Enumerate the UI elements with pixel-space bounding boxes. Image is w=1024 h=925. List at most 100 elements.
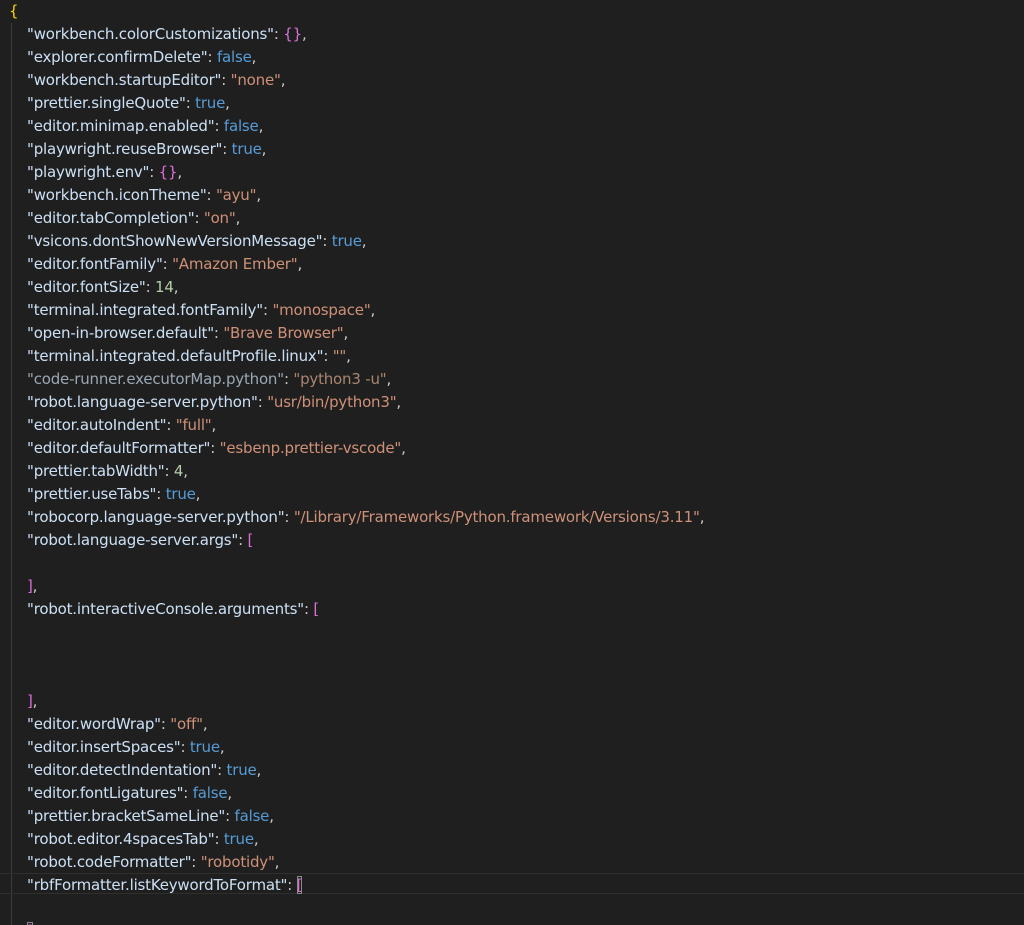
comma-punctuation: , (202, 715, 208, 733)
setting-key: "editor.fontSize" (27, 278, 146, 296)
comma-punctuation: , (297, 255, 303, 273)
comma-punctuation: , (258, 117, 264, 135)
setting-value: "on" (203, 209, 236, 227)
setting-key: "open-in-browser.default" (27, 324, 214, 342)
settings-line[interactable]: "terminal.integrated.fontFamily": "monos… (27, 299, 375, 322)
colon-punctuation: : (149, 163, 159, 181)
settings-line[interactable]: "robot.codeFormatter": "robotidy", (27, 851, 279, 874)
setting-key: "playwright.env" (27, 163, 150, 181)
settings-line[interactable]: ], (27, 575, 37, 598)
colon-punctuation: : (287, 876, 297, 894)
settings-line[interactable]: "editor.fontFamily": "Amazon Ember", (27, 253, 302, 276)
settings-line[interactable]: "vsicons.dontShowNewVersionMessage": tru… (27, 230, 367, 253)
setting-key: "robot.language-server.python" (27, 393, 258, 411)
settings-line[interactable]: "robot.language-server.python": "usr/bin… (27, 391, 401, 414)
setting-key: "robocorp.language-server.python" (27, 508, 285, 526)
setting-value: true (223, 830, 254, 848)
setting-key: "robot.editor.4spacesTab" (27, 830, 215, 848)
open-brace: { (9, 2, 19, 20)
settings-line[interactable]: "prettier.singleQuote": true, (27, 92, 230, 115)
settings-line[interactable]: "editor.wordWrap": "off", (27, 713, 208, 736)
comma-punctuation: , (396, 393, 401, 411)
setting-key: "workbench.startupEditor" (27, 71, 222, 89)
setting-key: "editor.fontFamily" (27, 255, 163, 273)
settings-line[interactable]: "terminal.integrated.defaultProfile.linu… (27, 345, 351, 368)
settings-line[interactable]: "prettier.bracketSameLine": false, (27, 805, 274, 828)
colon-punctuation: : (166, 416, 176, 434)
colon-punctuation: : (323, 347, 333, 365)
settings-line[interactable]: "robocorp.language-server.python": "/Lib… (27, 506, 704, 529)
comma-punctuation: , (261, 140, 267, 158)
settings-line[interactable]: "open-in-browser.default": "Brave Browse… (27, 322, 348, 345)
settings-line[interactable]: "explorer.confirmDelete": false, (27, 46, 256, 69)
comma-punctuation: , (183, 462, 188, 480)
settings-line[interactable]: "editor.autoIndent": "full", (27, 414, 216, 437)
settings-line[interactable]: "editor.detectIndentation": true, (27, 759, 261, 782)
settings-line[interactable]: "robot.language-server.args": [ (27, 529, 253, 552)
colon-punctuation: : (164, 462, 174, 480)
colon-punctuation: : (185, 94, 196, 112)
settings-line[interactable]: "prettier.useTabs": true, (27, 483, 200, 506)
settings-line[interactable]: "editor.minimap.enabled": false, (27, 115, 263, 138)
settings-line[interactable]: "workbench.startupEditor": "none", (27, 69, 285, 92)
comma-punctuation: , (32, 577, 38, 595)
settings-line[interactable]: "robot.editor.4spacesTab": true, (27, 828, 259, 851)
comma-punctuation: , (370, 301, 376, 319)
setting-value: "none" (230, 71, 281, 89)
colon-punctuation: : (213, 324, 224, 342)
colon-punctuation: : (238, 531, 248, 549)
settings-line[interactable]: "editor.tabCompletion": "on", (27, 207, 240, 230)
colon-punctuation: : (206, 186, 216, 204)
settings-line[interactable]: "editor.fontSize": 14, (27, 276, 178, 299)
comma-punctuation: , (256, 761, 262, 779)
colon-punctuation: : (284, 508, 294, 526)
setting-value: "usr/bin/python3" (267, 393, 397, 411)
comma-punctuation: , (301, 25, 307, 43)
colon-punctuation: : (183, 784, 193, 802)
comma-punctuation: , (32, 692, 38, 710)
setting-key: "prettier.tabWidth" (27, 462, 165, 480)
setting-value: 14 (155, 278, 174, 296)
setting-value: "off" (170, 715, 203, 733)
colon-punctuation: : (210, 439, 220, 457)
settings-line[interactable]: "playwright.env": {}, (27, 161, 182, 184)
comma-punctuation: , (219, 738, 225, 756)
setting-value: "full" (175, 416, 212, 434)
setting-key: "terminal.integrated.defaultProfile.linu… (27, 347, 324, 365)
colon-punctuation: : (214, 830, 224, 848)
settings-line[interactable]: "playwright.reuseBrowser": true, (27, 138, 266, 161)
comma-punctuation: , (346, 347, 351, 365)
settings-line[interactable]: "workbench.colorCustomizations": {}, (27, 23, 307, 46)
colon-punctuation: : (322, 232, 332, 250)
comma-punctuation: , (225, 94, 230, 112)
code-editor[interactable]: { "workbench.colorCustomizations": {}, "e… (0, 0, 1024, 925)
setting-key: "prettier.singleQuote" (27, 94, 186, 112)
setting-value: "/Library/Frameworks/Python.framework/Ve… (293, 508, 700, 526)
settings-line[interactable]: "code-runner.executorMap.python": "pytho… (27, 368, 391, 391)
colon-punctuation: : (217, 761, 227, 779)
setting-key: "robot.language-server.args" (27, 531, 239, 549)
settings-line[interactable]: "prettier.tabWidth": 4, (27, 460, 188, 483)
comma-punctuation: , (227, 784, 232, 802)
settings-line[interactable]: "editor.defaultFormatter": "esbenp.prett… (27, 437, 406, 460)
colon-punctuation: : (191, 853, 201, 871)
comma-punctuation: , (195, 485, 201, 503)
setting-key: "editor.fontLigatures" (27, 784, 184, 802)
setting-key: "editor.tabCompletion" (27, 209, 195, 227)
settings-line[interactable]: "robot.interactiveConsole.arguments": [ (27, 598, 319, 621)
comma-punctuation: , (251, 48, 257, 66)
colon-punctuation: : (273, 25, 284, 43)
colon-punctuation: : (160, 715, 171, 733)
settings-line[interactable]: "editor.insertSpaces": true, (27, 736, 225, 759)
settings-line[interactable]: "editor.fontLigatures": false, (27, 782, 232, 805)
settings-line[interactable]: "rbfFormatter.listKeywordToFormat": [ (27, 874, 303, 897)
setting-value: true (331, 232, 362, 250)
comma-punctuation: , (177, 163, 182, 181)
setting-value: [ (313, 600, 320, 618)
settings-line[interactable]: ], (27, 690, 37, 713)
setting-value: false (234, 807, 270, 825)
comma-punctuation: , (173, 278, 179, 296)
settings-line[interactable]: ], (27, 920, 37, 925)
settings-line[interactable]: "workbench.iconTheme": "ayu", (27, 184, 261, 207)
setting-value: true (231, 140, 262, 158)
